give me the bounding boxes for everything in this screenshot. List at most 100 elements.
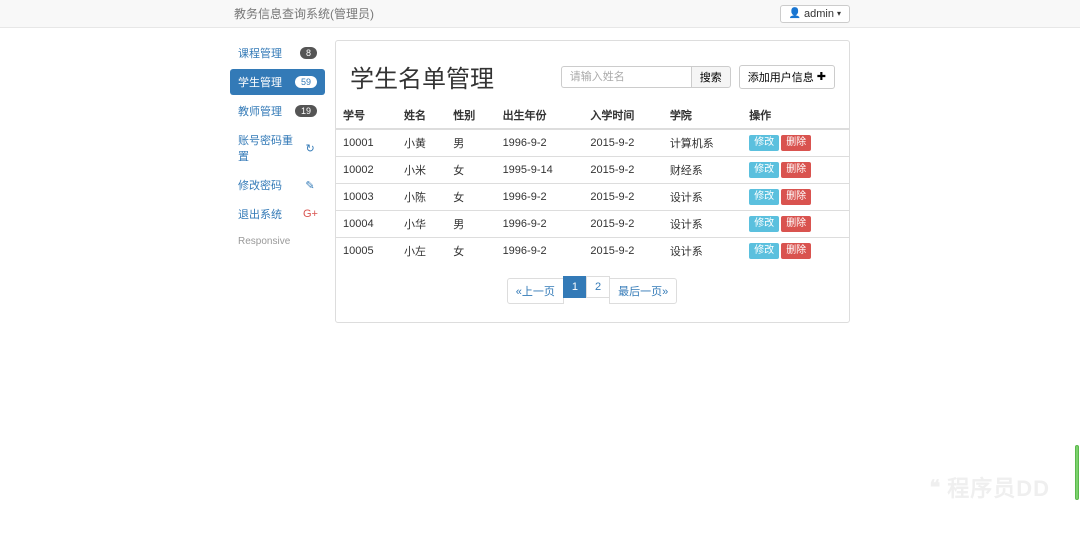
table-cell: 男	[446, 211, 495, 238]
page-number[interactable]: 1	[563, 276, 587, 298]
sidebar: 课程管理 8 学生管理 59 教师管理 19 账号密码重置 ↻ 修改密码 ✎	[230, 40, 325, 323]
watermark: ❝ 程序员DD	[929, 471, 1050, 503]
table-cell-actions: 修改删除	[742, 129, 849, 157]
th-birth: 出生年份	[496, 102, 584, 129]
add-user-button[interactable]: 添加用户信息 ✚	[739, 65, 835, 89]
delete-button[interactable]: 删除	[781, 135, 811, 151]
page-last[interactable]: 最后一页»	[609, 278, 677, 304]
sidebar-item-label: 学生管理	[238, 74, 282, 90]
th-enroll: 入学时间	[583, 102, 662, 129]
table-cell-actions: 修改删除	[742, 211, 849, 238]
table-cell: 女	[446, 238, 495, 265]
table-cell: 2015-9-2	[583, 211, 662, 238]
table-cell: 10003	[336, 184, 397, 211]
page-title: 学生名单管理	[350, 59, 494, 94]
sidebar-item-label: 账号密码重置	[238, 132, 303, 164]
user-menu-label: admin	[804, 8, 834, 20]
table-cell-actions: 修改删除	[742, 184, 849, 211]
add-user-label: 添加用户信息	[748, 69, 814, 85]
table-cell: 2015-9-2	[583, 184, 662, 211]
table-row: 10004小华男1996-9-22015-9-2设计系修改删除	[336, 211, 849, 238]
th-gender: 性别	[446, 102, 495, 129]
page-number[interactable]: 2	[586, 276, 610, 298]
table-cell: 设计系	[663, 211, 742, 238]
app-brand: 教务信息查询系统(管理员)	[230, 5, 780, 22]
caret-down-icon: ▾	[837, 9, 841, 18]
th-id: 学号	[336, 102, 397, 129]
table-cell: 1995-9-14	[496, 157, 584, 184]
sidebar-badge: 8	[300, 47, 317, 59]
search-group: 搜索	[561, 66, 731, 88]
table-cell: 小陈	[397, 184, 446, 211]
th-college: 学院	[663, 102, 742, 129]
logout-icon: G+	[303, 208, 317, 220]
sidebar-item-logout[interactable]: 退出系统 G+	[230, 201, 325, 227]
user-icon: 👤	[789, 8, 801, 19]
delete-button[interactable]: 删除	[781, 162, 811, 178]
th-actions: 操作	[742, 102, 849, 129]
sidebar-badge: 59	[295, 76, 317, 88]
sidebar-item-reset-password[interactable]: 账号密码重置 ↻	[230, 127, 325, 169]
sidebar-item-label: 修改密码	[238, 177, 282, 193]
table-cell: 小黄	[397, 129, 446, 157]
table-cell: 设计系	[663, 238, 742, 265]
table-row: 10001小黄男1996-9-22015-9-2计算机系修改删除	[336, 129, 849, 157]
table-cell: 1996-9-2	[496, 129, 584, 157]
table-cell: 1996-9-2	[496, 184, 584, 211]
edit-button[interactable]: 修改	[749, 243, 779, 259]
table-cell: 小左	[397, 238, 446, 265]
table-cell: 女	[446, 157, 495, 184]
sidebar-item-label: 课程管理	[238, 45, 282, 61]
pencil-icon: ✎	[303, 179, 317, 192]
table-cell: 女	[446, 184, 495, 211]
pagination: «上一页 12 最后一页»	[336, 264, 849, 322]
table-cell: 10005	[336, 238, 397, 265]
wechat-icon: ❝	[929, 475, 941, 500]
sidebar-badge: 19	[295, 105, 317, 117]
sidebar-item-course[interactable]: 课程管理 8	[230, 40, 325, 66]
sidebar-item-label: 教师管理	[238, 103, 282, 119]
table-cell: 1996-9-2	[496, 238, 584, 265]
table-cell: 2015-9-2	[583, 157, 662, 184]
table-cell: 10004	[336, 211, 397, 238]
user-menu-button[interactable]: 👤 admin ▾	[780, 5, 850, 23]
sidebar-footer: Responsive	[230, 230, 325, 253]
table-row: 10003小陈女1996-9-22015-9-2设计系修改删除	[336, 184, 849, 211]
delete-button[interactable]: 删除	[781, 216, 811, 232]
table-row: 10002小米女1995-9-142015-9-2财经系修改删除	[336, 157, 849, 184]
table-cell: 财经系	[663, 157, 742, 184]
edit-button[interactable]: 修改	[749, 162, 779, 178]
edit-button[interactable]: 修改	[749, 216, 779, 232]
th-name: 姓名	[397, 102, 446, 129]
search-input[interactable]	[561, 66, 691, 88]
delete-button[interactable]: 删除	[781, 243, 811, 259]
table-cell: 小米	[397, 157, 446, 184]
table-cell: 男	[446, 129, 495, 157]
sidebar-item-student[interactable]: 学生管理 59	[230, 69, 325, 95]
table-cell: 设计系	[663, 184, 742, 211]
table-cell: 小华	[397, 211, 446, 238]
search-button[interactable]: 搜索	[691, 66, 731, 88]
table-cell: 2015-9-2	[583, 238, 662, 265]
scrollbar[interactable]	[1075, 445, 1079, 500]
student-table: 学号 姓名 性别 出生年份 入学时间 学院 操作 10001小黄男1996-9-…	[336, 102, 849, 264]
table-row: 10005小左女1996-9-22015-9-2设计系修改删除	[336, 238, 849, 265]
table-cell: 1996-9-2	[496, 211, 584, 238]
sidebar-item-teacher[interactable]: 教师管理 19	[230, 98, 325, 124]
table-cell: 2015-9-2	[583, 129, 662, 157]
watermark-text: 程序员DD	[947, 471, 1050, 503]
sidebar-item-label: 退出系统	[238, 206, 282, 222]
edit-button[interactable]: 修改	[749, 135, 779, 151]
table-header-row: 学号 姓名 性别 出生年份 入学时间 学院 操作	[336, 102, 849, 129]
panel-header: 学生名单管理 搜索 添加用户信息 ✚	[336, 41, 849, 102]
sidebar-item-change-password[interactable]: 修改密码 ✎	[230, 172, 325, 198]
delete-button[interactable]: 删除	[781, 189, 811, 205]
refresh-icon: ↻	[303, 142, 317, 155]
main-panel: 学生名单管理 搜索 添加用户信息 ✚	[335, 40, 850, 323]
table-cell: 计算机系	[663, 129, 742, 157]
table-cell-actions: 修改删除	[742, 157, 849, 184]
plus-icon: ✚	[817, 70, 826, 83]
page-prev[interactable]: «上一页	[507, 278, 564, 304]
table-cell: 10001	[336, 129, 397, 157]
edit-button[interactable]: 修改	[749, 189, 779, 205]
